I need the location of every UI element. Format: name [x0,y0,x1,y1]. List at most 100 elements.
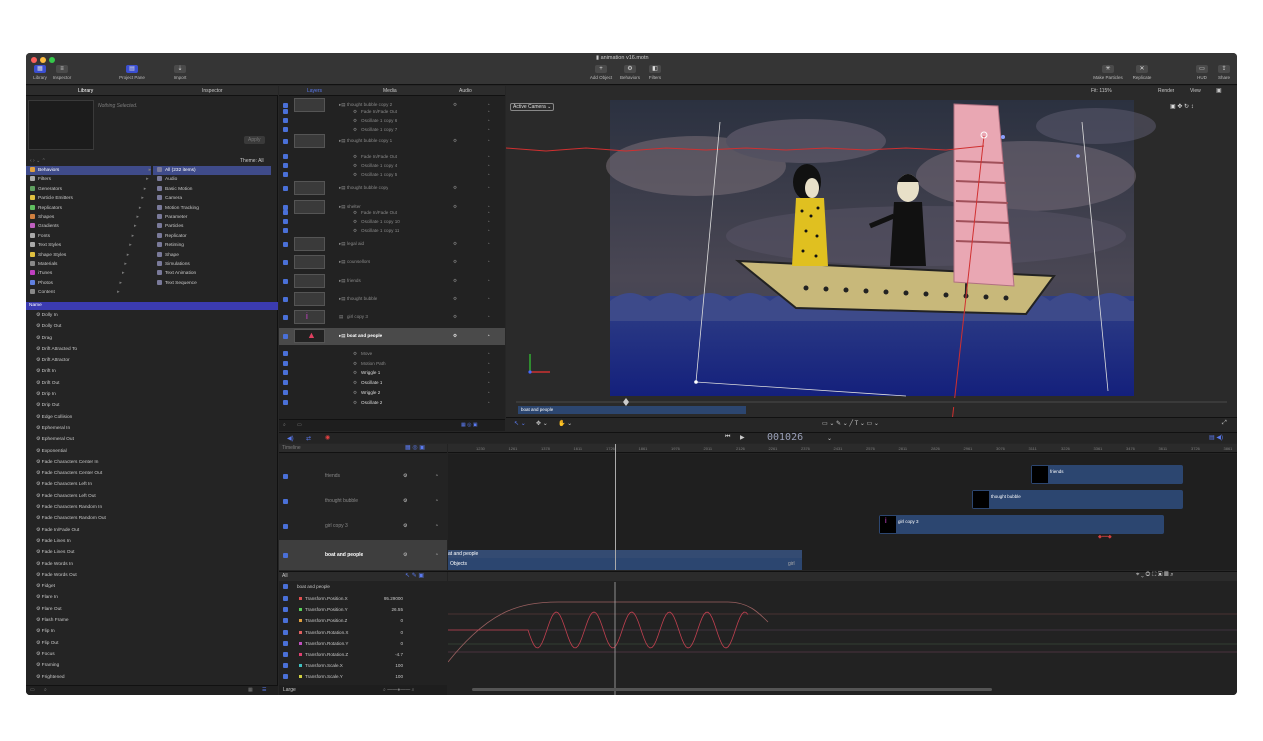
layer-options-icon[interactable]: ▦ ◎ ▣ [461,422,478,428]
layer-row[interactable]: Oscillate 1 copy 10 ⚙ ◔ [279,217,505,226]
zoom-slider[interactable]: ⌕ ━━●━━ ⌕ [383,687,414,693]
layer-lock-icon[interactable]: ◔ [487,390,490,395]
behavior-list-item[interactable]: ⚙ Drift In [26,366,278,377]
layer-visibility-checkbox[interactable] [283,186,288,191]
layer-visibility-checkbox[interactable] [283,351,288,356]
behavior-list-item[interactable]: ⚙ Fade Characters Random Out [26,513,278,524]
library-subcategory-item[interactable]: Parameter [153,213,271,222]
library-category-item[interactable]: Text Styles ▸ [26,241,151,250]
library-subcategory-item[interactable]: Simulations [153,260,271,269]
layer-visibility-checkbox[interactable] [283,163,288,168]
timeline-bar-boat-header[interactable]: at and people [448,550,802,558]
library-subcategory-item[interactable]: Text Sequence [153,279,271,288]
position-x-curve[interactable] [448,601,769,663]
layer-options-gear-icon[interactable]: ⚙ [453,241,457,247]
layer-lock-icon[interactable]: ◔ [487,370,490,375]
library-category-item[interactable]: Particle Emitters ▸ [26,194,151,203]
behavior-list-item[interactable]: ⚙ Fade Characters Left In [26,479,278,490]
layer-lock-icon[interactable]: ◔ [487,210,490,215]
layer-visibility-checkbox[interactable] [283,228,288,233]
layer-visibility-checkbox[interactable] [283,210,288,215]
layer-visibility-checkbox[interactable] [283,242,288,247]
pan-tool-icon[interactable]: ✋ ⌄ [558,420,572,427]
library-category-item[interactable]: Replicators ▸ [26,204,151,213]
layer-visibility-checkbox[interactable] [283,139,288,144]
tab-inspector[interactable]: Inspector [202,88,223,94]
timeline-toggle-icon[interactable]: ▤ ◀) [1209,434,1223,441]
behavior-list-item[interactable]: ⚙ Fade Words Out [26,570,278,581]
filters-button[interactable]: ◧ Filters [645,65,665,80]
layer-visibility-checkbox[interactable] [283,334,288,339]
layer-row[interactable]: Oscillate 1 ⚙ ◔ [279,378,505,387]
corner-handle[interactable] [694,380,698,384]
replicate-button[interactable]: ✕ Replicate [1126,65,1158,80]
param-checkbox[interactable] [283,596,288,601]
layer-row[interactable]: Oscillate 1 copy 11 ⚙ ◔ [279,226,505,235]
behavior-list-item[interactable]: ⚙ Framing [26,660,278,671]
library-category-item[interactable]: Shapes ▸ [26,213,151,222]
layer-lock-icon[interactable]: ◔ [487,314,490,319]
canvas-artwork[interactable] [506,86,1237,431]
param-checkbox[interactable] [283,674,288,680]
timecode-menu-icon[interactable]: ⌄ [827,435,832,442]
library-category-item[interactable]: Content ▸ [26,288,151,297]
timeline-track-header[interactable]: thought bubble ⚙ ◔ [279,493,447,513]
layer-row[interactable]: friends ▸▤ ⚙ ◔ [279,273,505,289]
layer-visibility-checkbox[interactable] [283,219,288,224]
library-category-item[interactable]: Photos ▸ [26,279,151,288]
behavior-list-item[interactable]: ⚙ Ephemeral Out [26,434,278,445]
layer-visibility-checkbox[interactable] [283,279,288,284]
track-lock-icon[interactable]: ◔ [435,523,438,529]
layer-lock-icon[interactable]: ◔ [487,259,490,264]
transform-handle[interactable] [1076,154,1080,158]
expand-icon[interactable]: ⤢ [1222,420,1227,427]
layer-lock-icon[interactable]: ◔ [487,154,490,159]
add-object-button[interactable]: + Add Object [586,65,616,80]
behavior-list-item[interactable]: ⚙ Edge Collision [26,412,278,423]
track-lock-icon[interactable]: ◔ [435,473,438,479]
layer-lock-icon[interactable]: ◔ [487,351,490,356]
track-options-gear-icon[interactable]: ⚙ [403,473,407,479]
layer-lock-icon[interactable]: ◔ [487,241,490,246]
timeline-track-header[interactable]: friends ⚙ ◔ [279,468,447,488]
library-subcategory-item[interactable]: Audio [153,175,271,184]
param-checkbox[interactable] [283,607,288,613]
rotation-handle[interactable] [1001,135,1005,139]
layer-row[interactable]: Wriggle 1 ⚙ ◔ [279,368,505,377]
timeline-ruler[interactable]: 1230 1261 1378 1611 1726 1861 1976 2011 2126 2261… [448,444,1237,453]
param-checkbox[interactable] [283,652,288,657]
behavior-list-item[interactable]: ⚙ Dolly In [26,310,278,321]
keyframe-group-row[interactable]: boat and people [283,584,330,589]
playhead-line[interactable] [615,444,616,570]
layer-row[interactable]: thought bubble copy 1 ▸▤ ⚙ ◔ [279,133,505,149]
nav-arrows-icon[interactable]: ‹ › ⌄ ⌃ [30,158,46,164]
behaviors-button[interactable]: ⚙ Behaviors [617,65,643,80]
group-checkbox[interactable] [283,584,288,589]
keyframe-scrollbar[interactable] [472,688,992,691]
layer-lock-icon[interactable]: ◔ [487,400,490,405]
track-enable-checkbox[interactable] [283,524,288,529]
layer-row[interactable]: Oscillate 2 ⚙ ◔ [279,398,505,407]
behavior-list-item[interactable]: ⚙ Dolly Out [26,321,278,332]
layer-options-gear-icon[interactable]: ⚙ [453,278,457,284]
layer-visibility-checkbox[interactable] [283,154,288,159]
behavior-list-item[interactable]: ⚙ Flip Out [26,638,278,649]
layer-visibility-checkbox[interactable] [283,172,288,177]
behavior-list-item[interactable]: ⚙ Drip In [26,389,278,400]
layer-options-gear-icon[interactable]: ⚙ [453,259,457,265]
layer-visibility-checkbox[interactable] [283,370,288,375]
library-subcategory-item[interactable]: Particles [153,222,271,231]
inspector-button[interactable]: ≡ Inspector [50,65,74,80]
list-view-icon[interactable]: ☰ [262,687,266,693]
timeline-track-header[interactable]: boat and people ⚙ ◔ [279,540,447,570]
keyframe-view-icons[interactable]: ⌖ ⌄ ◎ ⛶ ▣ ▦ ⌕ [1136,572,1174,579]
track-enable-checkbox[interactable] [283,474,288,479]
layer-row[interactable]: Fade In/Fade Out ⚙ ◔ [279,152,505,161]
behavior-list-item[interactable]: ⚙ Frightened [26,672,278,683]
param-checkbox[interactable] [283,629,288,635]
layer-options-gear-icon[interactable]: ⚙ [453,138,457,144]
layer-row[interactable]: Motion Path ⚙ ◔ [279,359,505,368]
library-subcategory-item[interactable]: Replicator [153,232,271,241]
import-button[interactable]: ⇣ Import [168,65,192,80]
behavior-list-item[interactable]: ⚙ Flare In [26,592,278,603]
